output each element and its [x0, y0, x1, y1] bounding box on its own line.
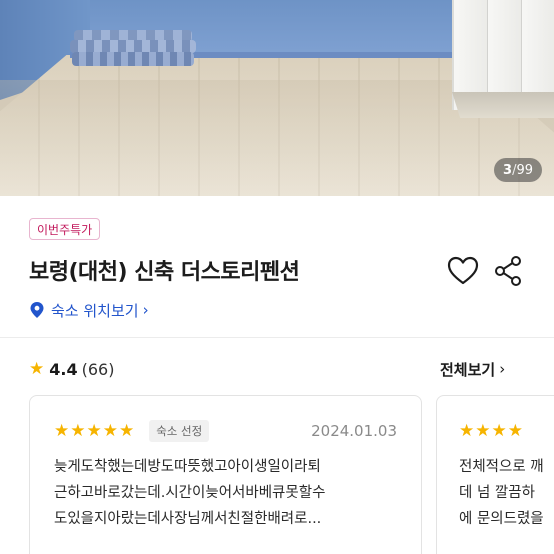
review-text-line: 에 문의드렸을: [459, 511, 544, 527]
review-card-header: ★★★★: [459, 420, 524, 442]
photo-gallery[interactable]: 3 / 99: [0, 0, 554, 196]
folded-bedding: [70, 30, 196, 68]
photo-counter: 3 / 99: [494, 158, 542, 182]
review-text-line: 늦게도착했는데방도따뜻했고아이생일이라퇴: [54, 459, 321, 475]
photo-counter-current: 3: [503, 162, 513, 178]
closet-base: [452, 92, 554, 118]
review-card-header: ★★★★★ 숙소 선정: [54, 420, 210, 442]
review-text-line: 근하고바로갔는데.시간이늦어서바베큐못할수: [54, 485, 326, 501]
photo-counter-separator: /: [512, 162, 517, 178]
star-icon: ★: [29, 359, 45, 379]
review-text: 전체적으로 깨 데 넘 깔끔하 에 문의드렸을: [459, 454, 544, 532]
property-title: 보령(대천) 신축 더스토리펜션: [29, 260, 300, 285]
review-count: (66): [81, 359, 115, 379]
photo-counter-total: 99: [516, 162, 533, 178]
heart-icon[interactable]: [446, 255, 480, 287]
deal-badge: 이번주특가: [29, 218, 101, 240]
see-all-label: 전체보기: [440, 360, 496, 379]
review-text-line: 전체적으로 깨: [459, 459, 544, 475]
review-card[interactable]: ★★★★★ 숙소 선정 2024.01.03 늦게도착했는데방도따뜻했고아이생일…: [29, 395, 422, 554]
star-rating: ★★★★★: [54, 421, 136, 441]
review-date: 2024.01.03: [311, 422, 397, 440]
star-rating: ★★★★: [459, 421, 524, 441]
review-text-line: 도있을지아랐는데사장님께서친절한배려로...: [54, 511, 322, 527]
share-icon[interactable]: [492, 254, 524, 288]
view-location-link[interactable]: 숙소 위치보기 ›: [29, 298, 149, 322]
see-all-reviews-link[interactable]: 전체보기 ›: [440, 356, 505, 382]
rating-summary: ★ 4.4 (66): [29, 356, 114, 382]
view-location-label: 숙소 위치보기: [51, 301, 139, 320]
rating-score: 4.4: [49, 359, 78, 379]
chevron-right-icon: ›: [499, 360, 506, 378]
review-card[interactable]: ★★★★ 전체적으로 깨 데 넘 깔끔하 에 문의드렸을: [436, 395, 554, 554]
review-text-line: 데 넘 깔끔하: [459, 485, 535, 501]
chevron-right-icon: ›: [142, 301, 149, 319]
host-pick-badge: 숙소 선정: [149, 420, 210, 442]
section-divider: [0, 337, 554, 338]
location-pin-icon: [30, 302, 44, 318]
review-text: 늦게도착했는데방도따뜻했고아이생일이라퇴 근하고바로갔는데.시간이늦어서바베큐못…: [54, 454, 325, 532]
